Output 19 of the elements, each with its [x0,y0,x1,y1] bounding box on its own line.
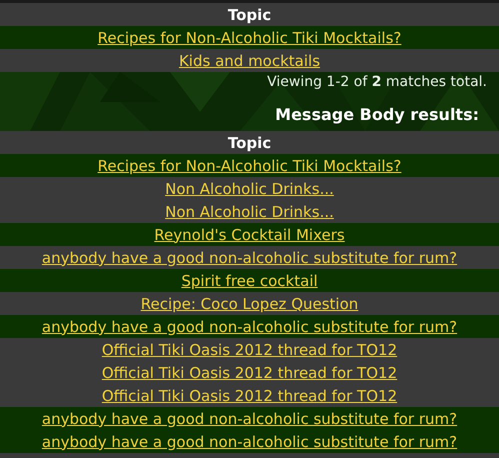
topic-link[interactable]: Official Tiki Oasis 2012 thread for TO12 [102,340,398,358]
section-heading: Message Body results: [275,105,479,124]
topic-link[interactable]: Non Alcoholic Drinks... [165,180,334,198]
topic-link[interactable]: anybody have a good non-alcoholic substitute for rum? [42,432,458,450]
topic-link[interactable]: Recipe: Coco Lopez Question [140,294,358,312]
topic-link[interactable]: Reynold's Cocktail Mixers [154,226,345,244]
topic-link[interactable]: Official Tiki Oasis 2012 thread for TO12 [102,364,398,382]
topic-link[interactable]: anybody have a good non-alcoholic substitute for rum? [42,248,458,266]
topic-link[interactable]: Recipes for Non-Alcoholic Tiki Mocktails? [98,156,402,174]
topic-link[interactable]: Spirit free cocktail [181,272,318,290]
column-heading: Topic [228,134,272,152]
topic-link[interactable]: Kids and mocktails [178,52,320,70]
topic-link[interactable]: Non Alcoholic Drinks... [165,202,334,220]
topic-link[interactable]: anybody have a good non-alcoholic substitute for rum? [42,318,458,336]
topic-link[interactable]: Recipes for Non-Alcoholic Tiki Mocktails? [98,28,402,46]
topic-link[interactable]: anybody have a good non-alcoholic substitute for rum? [42,410,458,428]
column-heading: Topic [228,6,272,24]
match-count: Viewing 1-2 of 2 matches total. [267,74,487,90]
topic-link[interactable]: Official Tiki Oasis 2012 thread for TO12 [102,386,398,404]
